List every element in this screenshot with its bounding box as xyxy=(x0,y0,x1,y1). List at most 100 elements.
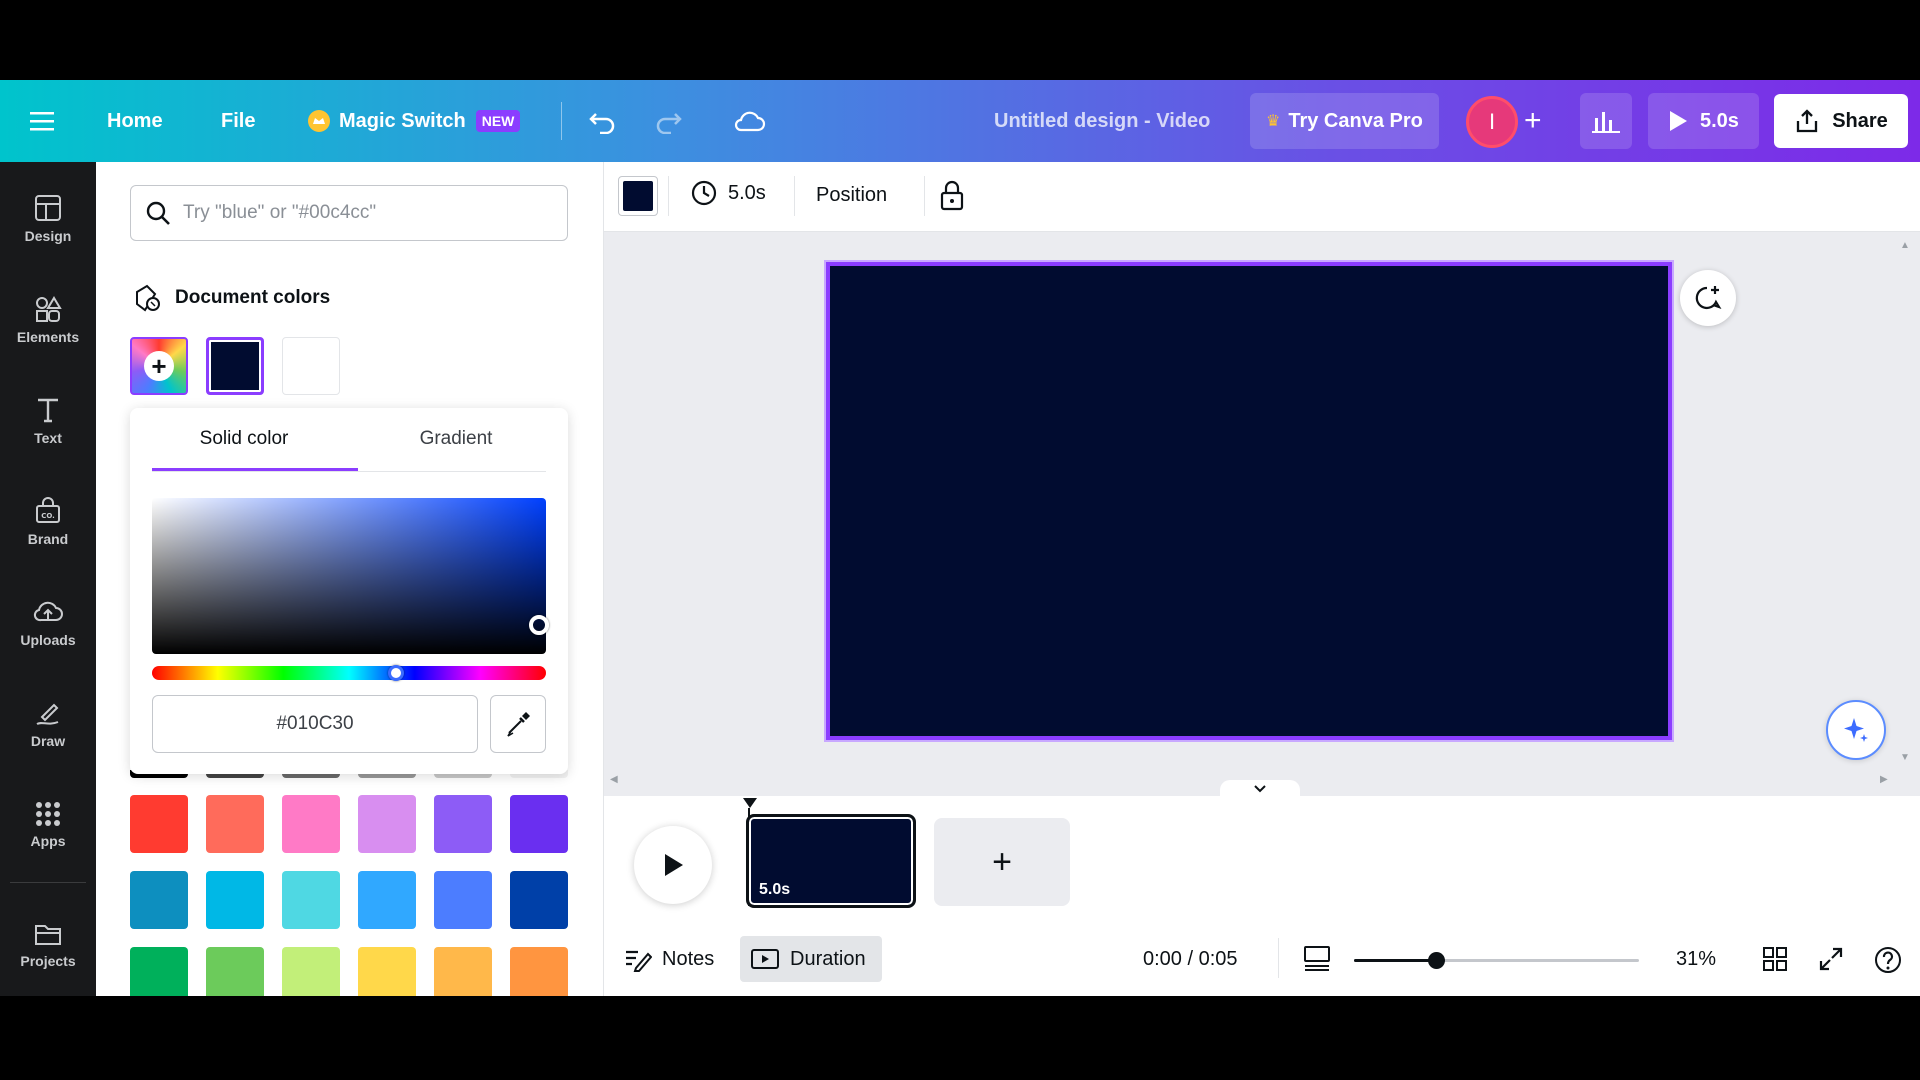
add-color-swatch[interactable]: + xyxy=(130,337,188,395)
comment-add-icon xyxy=(1695,286,1722,310)
fullscreen-icon[interactable] xyxy=(1818,946,1844,977)
design-canvas[interactable] xyxy=(824,260,1674,742)
share-icon xyxy=(1797,109,1818,133)
plus-icon: + xyxy=(144,351,174,381)
hue-slider-handle[interactable] xyxy=(388,665,404,681)
scroll-right-arrow[interactable]: ▶ xyxy=(1880,774,1888,785)
rail-item-uploads[interactable]: Uploads xyxy=(0,578,96,668)
tab-divider xyxy=(152,471,546,472)
rail-item-apps[interactable]: Apps xyxy=(0,780,96,870)
letterbox-top xyxy=(0,0,1920,80)
rail-label: Text xyxy=(34,430,62,446)
crown-icon xyxy=(308,110,330,132)
help-icon[interactable] xyxy=(1874,946,1902,979)
page-view-icon[interactable] xyxy=(1302,944,1332,977)
palette-swatch[interactable] xyxy=(510,795,568,853)
rail-label: Design xyxy=(24,228,72,244)
divider xyxy=(924,176,925,216)
rail-item-design[interactable]: Design xyxy=(0,174,96,264)
duration-label: 5.0s xyxy=(728,181,766,204)
color-field-handle[interactable] xyxy=(529,615,549,635)
palette-swatch[interactable] xyxy=(358,795,416,853)
palette-swatch[interactable] xyxy=(206,871,264,929)
rail-item-text[interactable]: Text xyxy=(0,376,96,466)
document-title[interactable]: Untitled design - Video xyxy=(994,80,1210,162)
undo-icon[interactable] xyxy=(588,80,618,162)
rail-item-elements[interactable]: Elements xyxy=(0,275,96,365)
clock-icon xyxy=(691,180,717,206)
search-icon xyxy=(146,201,170,225)
tab-gradient[interactable]: Gradient xyxy=(366,428,546,450)
rail-label: Draw xyxy=(30,733,66,749)
home-button[interactable]: Home xyxy=(107,80,163,162)
timeline-clip[interactable]: 5.0s xyxy=(746,814,916,908)
palette-swatch[interactable] xyxy=(282,871,340,929)
context-toolbar: 5.0s Position xyxy=(604,162,1920,232)
palette-swatch[interactable] xyxy=(206,795,264,853)
hex-input[interactable]: #010C30 xyxy=(152,695,478,753)
notes-button[interactable]: Notes xyxy=(624,946,714,972)
palette-swatch[interactable] xyxy=(130,871,188,929)
palette-swatch[interactable] xyxy=(434,795,492,853)
rail-divider xyxy=(10,882,86,883)
scroll-down-arrow[interactable]: ▼ xyxy=(1900,752,1912,763)
palette-swatch[interactable] xyxy=(434,871,492,929)
palette-swatch[interactable] xyxy=(282,795,340,853)
cloud-save-icon[interactable] xyxy=(732,80,766,162)
try-canva-pro-button[interactable]: ♛ Try Canva Pro xyxy=(1250,93,1439,149)
palette-swatch[interactable] xyxy=(358,871,416,929)
palette-swatch[interactable] xyxy=(510,871,568,929)
zoom-level[interactable]: 31% xyxy=(1676,948,1716,971)
insights-icon[interactable] xyxy=(1580,93,1632,149)
add-comment-button[interactable] xyxy=(1680,270,1736,326)
add-collaborator-icon[interactable]: + xyxy=(1524,80,1542,162)
rail-label: Elements xyxy=(16,329,80,345)
magic-switch-button[interactable]: Magic Switch NEW xyxy=(307,80,521,162)
color-search-input[interactable]: Try "blue" or "#00c4cc" xyxy=(130,185,568,241)
elements-icon xyxy=(36,296,62,322)
palette-icon xyxy=(136,284,160,312)
doc-color-swatch-white[interactable] xyxy=(282,337,340,395)
duration-button[interactable]: 5.0s xyxy=(690,179,766,207)
rail-item-projects[interactable]: Projects xyxy=(0,900,96,990)
file-button[interactable]: File xyxy=(221,80,255,162)
zoom-slider-handle[interactable] xyxy=(1428,952,1445,969)
tab-solid-color[interactable]: Solid color xyxy=(152,428,336,450)
timeline-play-button[interactable] xyxy=(634,826,712,904)
background-color-button[interactable] xyxy=(618,176,658,216)
share-button[interactable]: Share xyxy=(1774,94,1908,148)
position-button[interactable]: Position xyxy=(816,184,887,207)
folder-icon xyxy=(35,925,61,945)
preview-duration: 5.0s xyxy=(1700,109,1739,132)
rail-item-brand[interactable]: CO. Brand xyxy=(0,477,96,567)
avatar[interactable]: I xyxy=(1466,96,1518,148)
magic-assistant-button[interactable] xyxy=(1826,700,1886,760)
add-page-button[interactable]: + xyxy=(934,818,1070,906)
design-icon xyxy=(35,195,61,221)
rail-label: Brand xyxy=(27,531,69,547)
upload-cloud-icon xyxy=(33,601,63,622)
saturation-brightness-field[interactable] xyxy=(152,498,549,654)
doc-color-swatch-navy[interactable] xyxy=(206,337,264,395)
eyedropper-button[interactable] xyxy=(490,695,546,753)
rail-label: Projects xyxy=(20,953,76,969)
scroll-left-arrow[interactable]: ◀ xyxy=(610,774,618,785)
palette-swatch[interactable] xyxy=(130,795,188,853)
lock-icon[interactable] xyxy=(938,180,966,217)
menu-icon[interactable] xyxy=(30,80,58,162)
share-label: Share xyxy=(1832,109,1888,132)
video-duration-icon xyxy=(751,949,779,969)
play-preview-button[interactable]: 5.0s xyxy=(1648,93,1759,149)
rail-item-draw[interactable]: Draw xyxy=(0,679,96,769)
color-picker-popover: Solid color Gradient #010C30 xyxy=(130,408,568,774)
redo-icon[interactable] xyxy=(653,80,683,162)
brand-icon: CO. xyxy=(36,497,60,523)
avatar-initial: I xyxy=(1488,109,1496,134)
scroll-up-arrow[interactable]: ▲ xyxy=(1900,240,1912,251)
crown-icon: ♛ xyxy=(1266,113,1281,130)
grid-view-icon[interactable] xyxy=(1762,946,1788,977)
duration-toggle-button[interactable]: Duration xyxy=(740,936,882,982)
zoom-slider[interactable] xyxy=(1354,952,1639,969)
hue-slider[interactable] xyxy=(152,665,546,681)
notes-icon xyxy=(626,950,652,972)
